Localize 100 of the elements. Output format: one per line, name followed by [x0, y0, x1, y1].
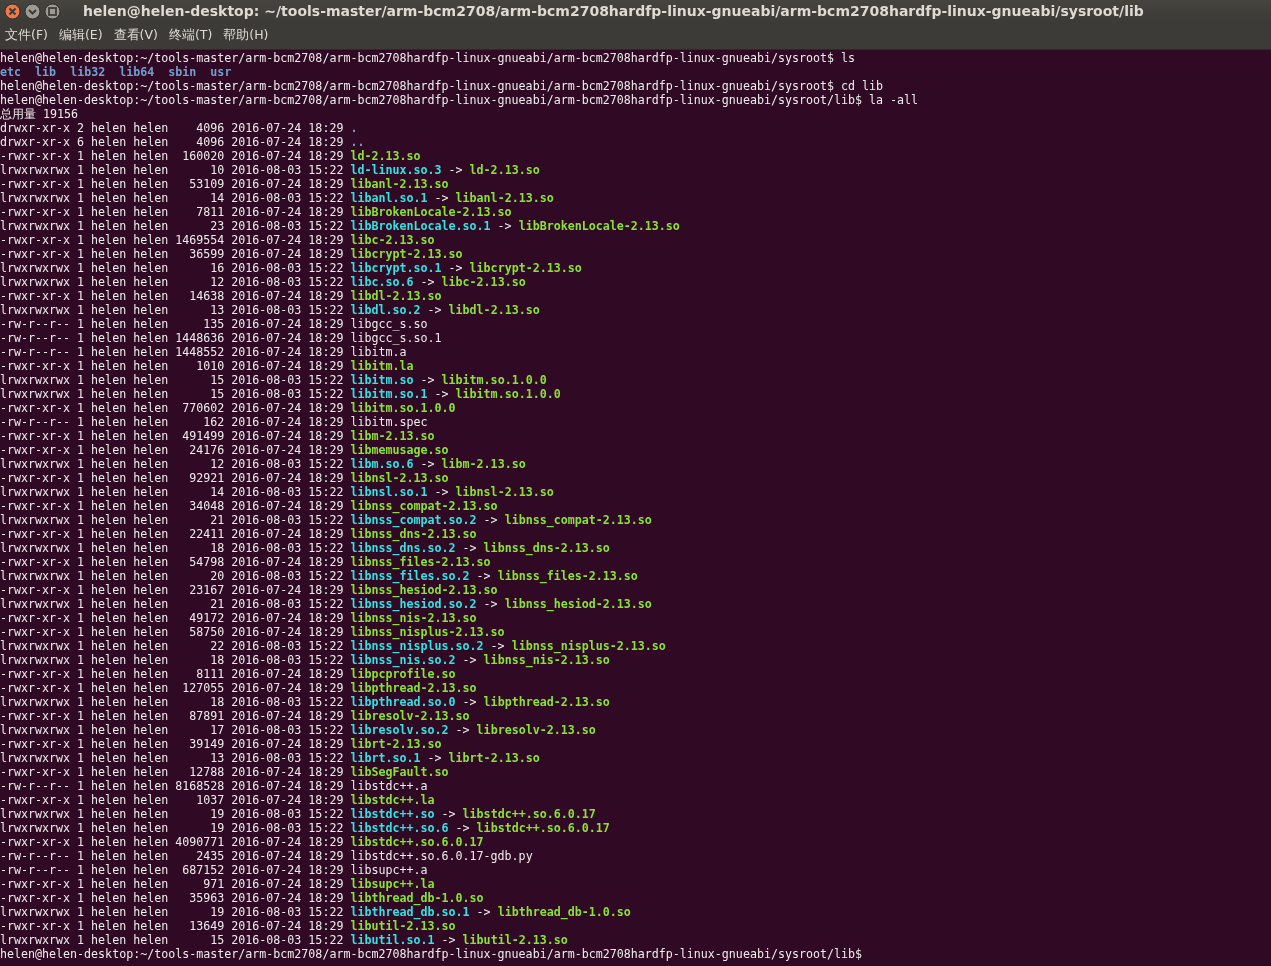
file-info: -rw-r--r-- 1 helen helen 1448636 2016-07-24 18:29	[0, 331, 344, 345]
link-target: libitm.so.1.0.0	[455, 387, 561, 401]
prompt-line: helen@helen-desktop:~/tools-master/arm-bcm2708/arm-bcm2708hardfp-linux-gnueabi/arm-bcm2708hardfp-linux-gnueabi/sysroot/lib$	[0, 947, 862, 961]
link-target: libitm.so.1.0.0	[441, 373, 547, 387]
file-name: libSegFault.so	[350, 765, 449, 779]
file-info: -rw-r--r-- 1 helen helen 8168528 2016-07-24 18:29	[0, 779, 344, 793]
file-info: lrwxrwxrwx 1 helen helen 14 2016-08-03 15:22	[0, 485, 344, 499]
file-name: libnss_nisplus.so.2	[350, 639, 484, 653]
file-name: libstdc++.so.6.0.17	[350, 835, 484, 849]
link-target: libnss_nisplus-2.13.so	[511, 639, 666, 653]
file-info: -rwxr-xr-x 1 helen helen 92921 2016-07-24 18:29	[0, 471, 344, 485]
menu-item[interactable]: 帮助(H)	[223, 27, 269, 44]
menu-item[interactable]: 终端(T)	[168, 27, 213, 44]
file-info: drwxr-xr-x 2 helen helen 4096 2016-07-24 18:29	[0, 121, 344, 135]
file-info: -rwxr-xr-x 1 helen helen 7811 2016-07-24 18:29	[0, 205, 344, 219]
file-info: -rwxr-xr-x 1 helen helen 87891 2016-07-24 18:29	[0, 709, 344, 723]
link-arrow: ->	[420, 373, 435, 387]
file-name: libitm.so	[350, 373, 414, 387]
file-info: -rwxr-xr-x 1 helen helen 23167 2016-07-24 18:29	[0, 583, 344, 597]
link-target: libBrokenLocale-2.13.so	[518, 219, 680, 233]
file-info: -rwxr-xr-x 1 helen helen 34048 2016-07-24 18:29	[0, 499, 344, 513]
file-info: -rwxr-xr-x 1 helen helen 22411 2016-07-24 18:29	[0, 527, 344, 541]
file-name: libitm.a	[350, 345, 407, 359]
file-name: libnss_hesiod.so.2	[350, 597, 477, 611]
file-name: libutil-2.13.so	[350, 919, 456, 933]
file-name: libresolv-2.13.so	[350, 709, 470, 723]
file-name: libgcc_s.so	[350, 317, 428, 331]
link-arrow: ->	[420, 275, 435, 289]
link-target: libdl-2.13.so	[448, 303, 540, 317]
link-target: libnss_files-2.13.so	[497, 569, 638, 583]
file-info: lrwxrwxrwx 1 helen helen 23 2016-08-03 15:22	[0, 219, 344, 233]
file-name: libnss_nisplus-2.13.so	[350, 625, 505, 639]
file-info: lrwxrwxrwx 1 helen helen 13 2016-08-03 15:22	[0, 303, 344, 317]
link-arrow: ->	[427, 751, 442, 765]
link-target: libutil-2.13.so	[462, 933, 568, 947]
file-name: libnss_compat.so.2	[350, 513, 477, 527]
file-info: lrwxrwxrwx 1 helen helen 14 2016-08-03 15:22	[0, 191, 344, 205]
file-info: -rwxr-xr-x 1 helen helen 1010 2016-07-24 18:29	[0, 359, 344, 373]
link-target: librt-2.13.so	[448, 751, 540, 765]
file-info: -rwxr-xr-x 1 helen helen 491499 2016-07-24 18:29	[0, 429, 344, 443]
file-name: ..	[350, 135, 365, 149]
menu-item[interactable]: 文件(F)	[5, 27, 48, 44]
file-name: libstdc++.so.6	[350, 821, 449, 835]
file-info: -rwxr-xr-x 1 helen helen 160020 2016-07-24 18:29	[0, 149, 344, 163]
link-arrow: ->	[476, 569, 491, 583]
link-arrow: ->	[448, 261, 463, 275]
link-arrow: ->	[462, 541, 477, 555]
file-name: libnsl-2.13.so	[350, 471, 449, 485]
file-name: libdl-2.13.so	[350, 289, 442, 303]
file-name: libnss_dns-2.13.so	[350, 527, 477, 541]
file-info: -rwxr-xr-x 1 helen helen 39149 2016-07-24 18:29	[0, 737, 344, 751]
link-arrow: ->	[483, 513, 498, 527]
file-name: libBrokenLocale-2.13.so	[350, 205, 512, 219]
file-name: libanl.so.1	[350, 191, 428, 205]
file-name: libstdc++.so.6.0.17-gdb.py	[350, 849, 533, 863]
minimize-icon[interactable]	[24, 2, 41, 20]
directory-name: lib	[35, 65, 57, 79]
file-info: lrwxrwxrwx 1 helen helen 15 2016-08-03 15:22	[0, 373, 344, 387]
menu-item[interactable]: 查看(V)	[113, 27, 158, 44]
link-target: libnsl-2.13.so	[455, 485, 554, 499]
link-arrow: ->	[476, 905, 491, 919]
file-name: libsupc++.a	[350, 863, 428, 877]
directory-name: lib32	[70, 65, 106, 79]
file-info: -rwxr-xr-x 1 helen helen 1037 2016-07-24 18:29	[0, 793, 344, 807]
file-name: libnss_compat-2.13.so	[350, 499, 498, 513]
file-info: lrwxrwxrwx 1 helen helen 19 2016-08-03 15:22	[0, 821, 344, 835]
link-arrow: ->	[483, 597, 498, 611]
prompt-line: helen@helen-desktop:~/tools-master/arm-bcm2708/arm-bcm2708hardfp-linux-gnueabi/arm-bcm2708hardfp-linux-gnueabi/sysroot$ cd lib	[0, 79, 884, 93]
file-name: libitm.so.1.0.0	[350, 401, 456, 415]
link-arrow: ->	[497, 219, 512, 233]
prompt-line: helen@helen-desktop:~/tools-master/arm-bcm2708/arm-bcm2708hardfp-linux-gnueabi/arm-bcm2708hardfp-linux-gnueabi/sysroot/lib$ la -all	[0, 93, 919, 107]
directory-name: lib64	[119, 65, 155, 79]
file-info: -rw-r--r-- 1 helen helen 2435 2016-07-24 18:29	[0, 849, 344, 863]
maximize-icon[interactable]	[44, 2, 61, 20]
menu-item[interactable]: 编辑(E)	[58, 27, 103, 44]
file-name: libitm.la	[350, 359, 414, 373]
file-name: libgcc_s.so.1	[350, 331, 442, 345]
file-name: libnss_files.so.2	[350, 569, 470, 583]
file-info: lrwxrwxrwx 1 helen helen 22 2016-08-03 15:22	[0, 639, 344, 653]
close-icon[interactable]	[4, 2, 21, 20]
link-target: libanl-2.13.so	[455, 191, 554, 205]
file-name: libnsl.so.1	[350, 485, 428, 499]
file-name: libnss_nis.so.2	[350, 653, 456, 667]
file-info: -rwxr-xr-x 1 helen helen 12788 2016-07-24 18:29	[0, 765, 344, 779]
file-info: lrwxrwxrwx 1 helen helen 18 2016-08-03 15:22	[0, 653, 344, 667]
file-info: lrwxrwxrwx 1 helen helen 12 2016-08-03 15:22	[0, 457, 344, 471]
file-name: libstdc++.a	[350, 779, 428, 793]
file-info: lrwxrwxrwx 1 helen helen 20 2016-08-03 15:22	[0, 569, 344, 583]
file-info: -rwxr-xr-x 1 helen helen 971 2016-07-24 18:29	[0, 877, 344, 891]
file-name: librt-2.13.so	[350, 737, 442, 751]
link-arrow: ->	[455, 723, 470, 737]
link-target: libcrypt-2.13.so	[469, 261, 582, 275]
total-line: 总用量 19156	[0, 107, 79, 121]
file-info: drwxr-xr-x 6 helen helen 4096 2016-07-24 18:29	[0, 135, 344, 149]
file-info: lrwxrwxrwx 1 helen helen 10 2016-08-03 15:22	[0, 163, 344, 177]
link-target: ld-2.13.so	[469, 163, 540, 177]
file-name: libpcprofile.so	[350, 667, 456, 681]
file-name: libitm.spec	[350, 415, 428, 429]
file-info: lrwxrwxrwx 1 helen helen 21 2016-08-03 15:22	[0, 513, 344, 527]
file-info: lrwxrwxrwx 1 helen helen 21 2016-08-03 15:22	[0, 597, 344, 611]
